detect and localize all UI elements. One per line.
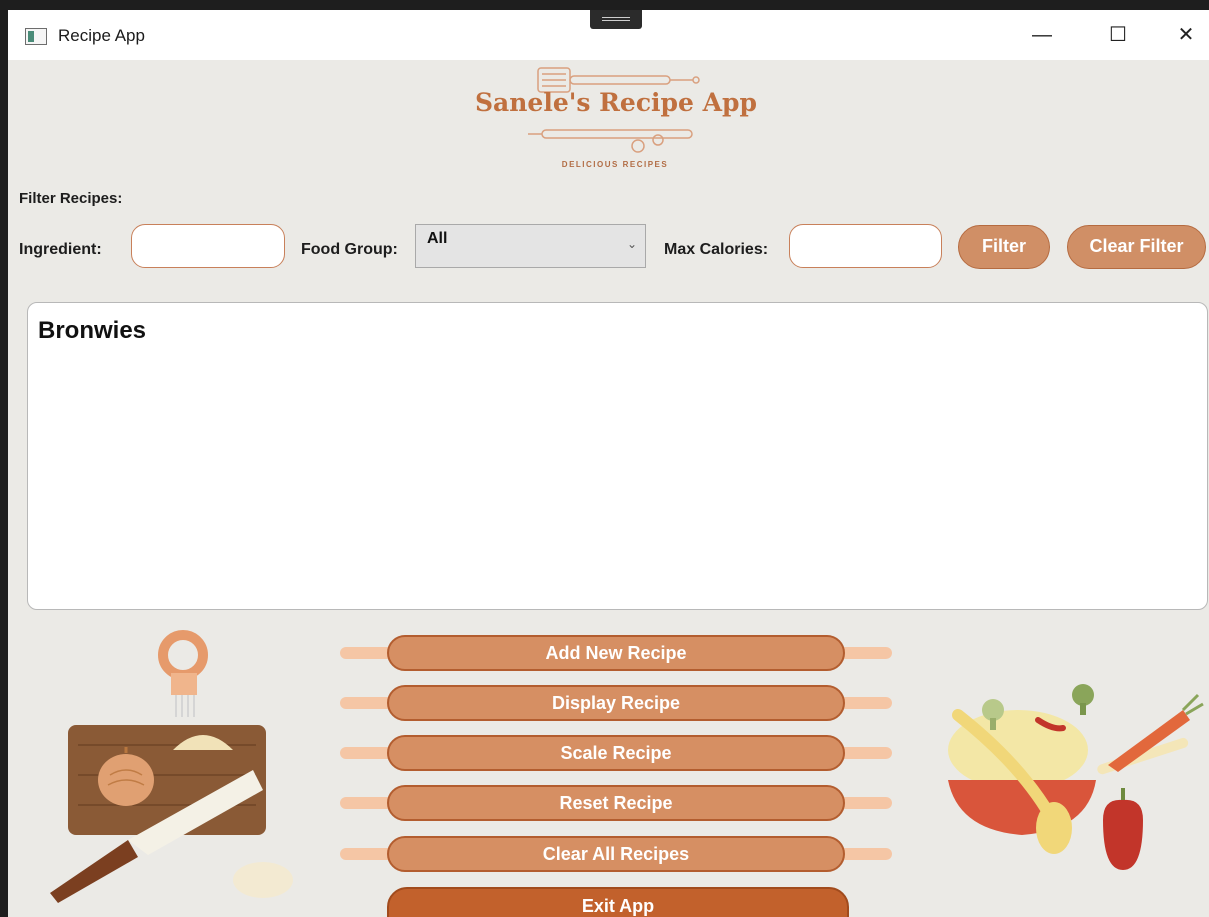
- clear-all-recipes-button[interactable]: Clear All Recipes: [387, 836, 845, 872]
- food-group-select[interactable]: All ⌄: [415, 224, 646, 268]
- food-group-label: Food Group:: [301, 241, 398, 258]
- recipe-list[interactable]: Bronwies: [27, 302, 1208, 610]
- drag-grip-icon[interactable]: [590, 10, 642, 29]
- title-bar[interactable]: Recipe App — ☐ ✕: [8, 10, 1209, 60]
- clear-all-pin: Clear All Recipes: [340, 836, 892, 872]
- scale-recipe-button[interactable]: Scale Recipe: [387, 735, 845, 771]
- reset-recipe-button[interactable]: Reset Recipe: [387, 785, 845, 821]
- clear-filter-button[interactable]: Clear Filter: [1067, 225, 1206, 269]
- display-recipe-button[interactable]: Display Recipe: [387, 685, 845, 721]
- exit-app-button[interactable]: Exit App: [387, 887, 849, 917]
- close-button[interactable]: ✕: [1168, 18, 1204, 52]
- add-recipe-button[interactable]: Add New Recipe: [387, 635, 845, 671]
- window-title: Recipe App: [58, 26, 145, 45]
- minimize-button[interactable]: —: [1024, 18, 1060, 52]
- pan-vegetables-icon: [948, 684, 1204, 870]
- window-icon: [25, 28, 47, 45]
- add-recipe-pin: Add New Recipe: [340, 635, 892, 671]
- max-calories-input[interactable]: [789, 224, 942, 268]
- app-logo-subtitle: DELICIOUS RECIPES: [561, 160, 669, 169]
- filter-button[interactable]: Filter: [958, 225, 1050, 269]
- display-recipe-pin: Display Recipe: [340, 685, 892, 721]
- food-group-selected-value: All: [427, 230, 448, 247]
- app-window: Recipe App — ☐ ✕ Sanele's Recipe App DEL…: [8, 10, 1209, 917]
- max-calories-label: Max Calories:: [664, 241, 769, 258]
- ingredient-label: Ingredient:: [19, 241, 102, 258]
- ingredient-input[interactable]: [131, 224, 285, 268]
- recipe-list-item[interactable]: Bronwies: [38, 317, 146, 345]
- scale-recipe-pin: Scale Recipe: [340, 735, 892, 771]
- filter-section-label: Filter Recipes:: [19, 190, 123, 207]
- chevron-down-icon: ⌄: [626, 237, 637, 251]
- cutting-board-onion-knife-icon: [50, 630, 293, 903]
- app-logo-title: Sanele's Recipe App: [474, 88, 758, 117]
- maximize-button[interactable]: ☐: [1100, 18, 1136, 52]
- reset-recipe-pin: Reset Recipe: [340, 785, 892, 821]
